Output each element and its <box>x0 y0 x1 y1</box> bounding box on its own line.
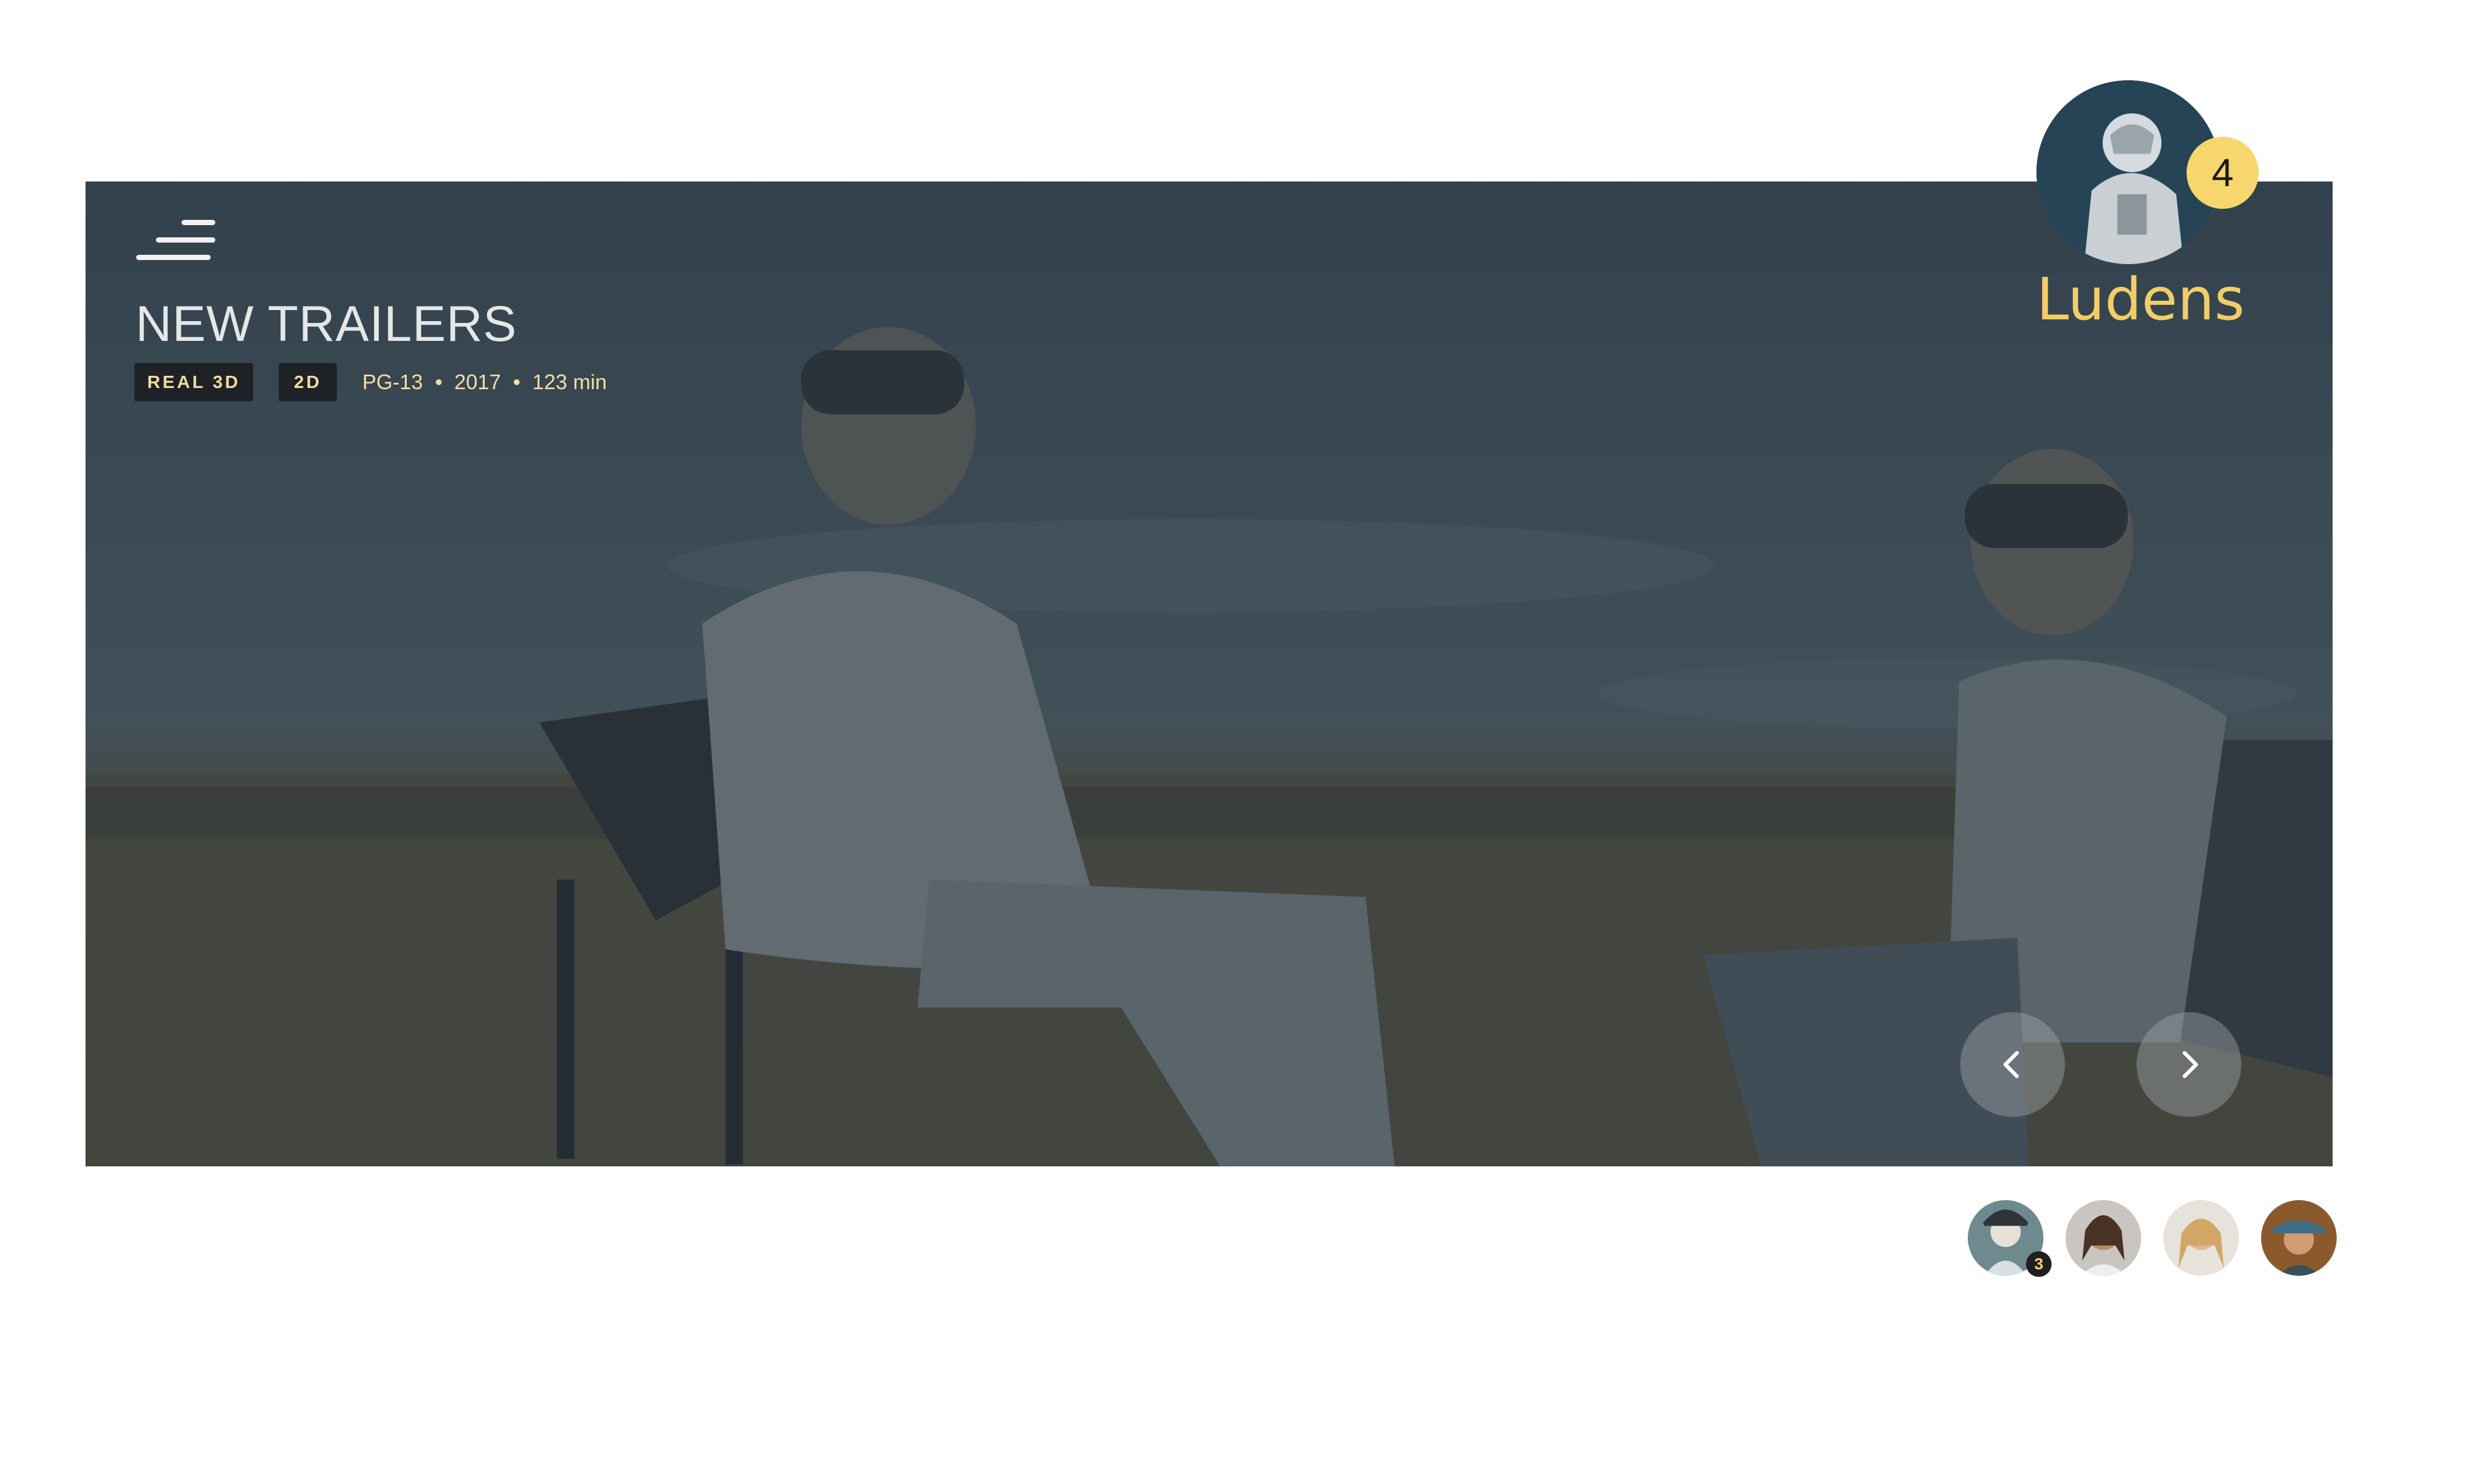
separator-dot <box>435 379 442 385</box>
movie-meta: PG-13 2017 123 min <box>362 370 607 394</box>
hero-banner[interactable]: NEW TRAILERS REAL 3D 2D PG-13 2017 123 m… <box>86 182 2333 1166</box>
notification-badge[interactable]: 4 <box>2187 137 2259 209</box>
rating-text: PG-13 <box>362 370 423 394</box>
year-text: 2017 <box>454 370 501 394</box>
friend-badge: 3 <box>2026 1251 2052 1277</box>
friend-avatar[interactable] <box>2066 1200 2141 1276</box>
chevron-left-icon <box>2003 1051 2019 1079</box>
prev-button[interactable] <box>1960 1012 2065 1117</box>
chevron-right-icon <box>2182 1051 2198 1079</box>
format-badge-3d: REAL 3D <box>134 363 254 401</box>
movie-meta-row: REAL 3D 2D PG-13 2017 123 min <box>134 363 607 401</box>
friend-avatar[interactable] <box>2261 1200 2337 1276</box>
format-badge-2d: 2D <box>279 363 337 401</box>
user-profile[interactable]: 4 Ludens <box>2036 80 2259 333</box>
profile-name: Ludens <box>2036 265 2245 333</box>
friend-avatar[interactable] <box>2163 1200 2239 1276</box>
page: NEW TRAILERS REAL 3D 2D PG-13 2017 123 m… <box>0 0 2474 1484</box>
page-title: NEW TRAILERS <box>136 296 517 352</box>
next-button[interactable] <box>2137 1012 2241 1117</box>
menu-icon[interactable] <box>136 215 215 268</box>
duration-text: 123 min <box>532 370 607 394</box>
separator-dot <box>513 379 520 385</box>
